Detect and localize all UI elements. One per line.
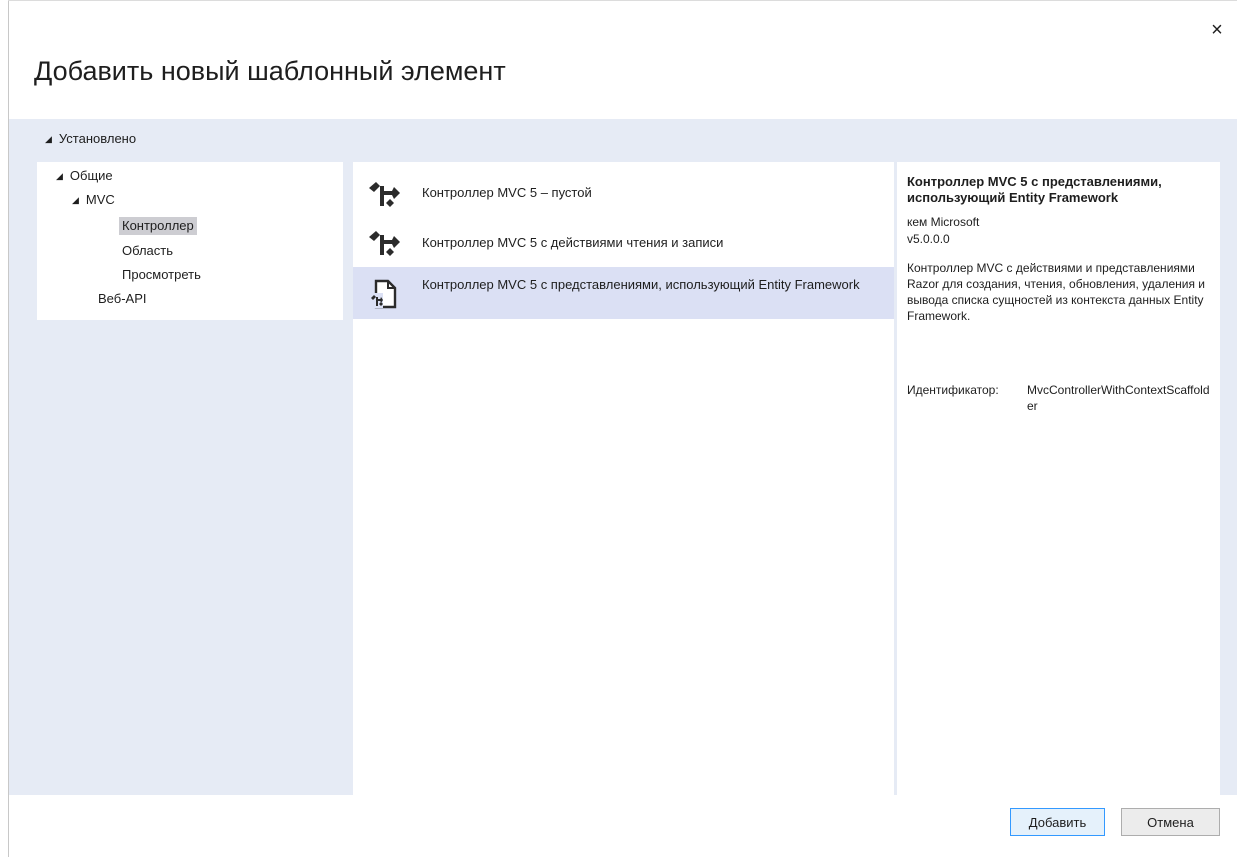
tree-item-label: Веб-API	[98, 291, 147, 306]
tree-item-area[interactable]: Область	[119, 242, 176, 260]
details-title: Контроллер MVC 5 с представлениями, испо…	[907, 174, 1162, 205]
tree-item-label: Область	[122, 243, 174, 258]
template-item-empty[interactable]: Контроллер MVC 5 – пустой	[353, 168, 894, 218]
expand-triangle-icon[interactable]: ◢	[45, 134, 52, 145]
template-item-label: Контроллер MVC 5 с представлениями, испо…	[422, 277, 860, 292]
tree-item-label: MVC	[85, 192, 115, 207]
template-item-read-write[interactable]: Контроллер MVC 5 с действиями чтения и з…	[353, 218, 894, 266]
expand-triangle-icon[interactable]: ◢	[72, 192, 79, 208]
template-list: Контроллер MVC 5 – пустой Контроллер MVC…	[353, 162, 894, 795]
tree-item-web-api[interactable]: Веб-API	[95, 290, 149, 308]
details-id-label: Идентификатор:	[907, 383, 999, 397]
close-icon[interactable]: ×	[1209, 20, 1225, 40]
dialog-content: ◢ Установлено ◢ Общие ◢ MVC Контроллер Обла…	[9, 119, 1237, 795]
tree-item-controller[interactable]: Контроллер	[119, 217, 197, 235]
tree-item-general[interactable]: ◢ Общие	[53, 167, 116, 185]
tree-item-label: Общие	[69, 168, 113, 183]
details-panel: Контроллер MVC 5 с представлениями, испо…	[897, 162, 1220, 795]
controller-icon	[367, 226, 401, 258]
tree-item-label: Просмотреть	[122, 267, 201, 282]
tree-item-mvc[interactable]: ◢ MVC	[69, 191, 118, 209]
add-scaffold-dialog: × Добавить новый шаблонный элемент ◢ Уста…	[0, 0, 1237, 857]
add-button[interactable]: Добавить	[1010, 808, 1105, 836]
cancel-button[interactable]: Отмена	[1121, 808, 1220, 836]
dialog-title: Добавить новый шаблонный элемент	[34, 56, 506, 86]
dialog-border-top	[8, 0, 1237, 1]
installed-label: Установлено	[58, 131, 137, 146]
template-item-entity-framework[interactable]: Контроллер MVC 5 с представлениями, испо…	[353, 267, 894, 319]
template-item-label: Контроллер MVC 5 – пустой	[422, 185, 592, 200]
tree-item-view[interactable]: Просмотреть	[119, 266, 204, 284]
category-tree: ◢ Общие ◢ MVC Контроллер Область Просмотре…	[37, 162, 343, 320]
details-description: Контроллер MVC с действиями и представле…	[907, 261, 1205, 323]
document-controller-icon	[367, 278, 401, 310]
details-author: кем Microsoft	[907, 215, 980, 229]
installed-header[interactable]: ◢ Установлено	[45, 131, 136, 146]
controller-icon	[367, 177, 401, 209]
expand-triangle-icon[interactable]: ◢	[56, 168, 63, 184]
details-id-value: MvcControllerWithContextScaffolder	[1027, 383, 1210, 413]
details-version: v5.0.0.0	[907, 232, 950, 246]
tree-item-label: Контроллер	[122, 218, 194, 233]
template-item-label: Контроллер MVC 5 с действиями чтения и з…	[422, 235, 724, 250]
